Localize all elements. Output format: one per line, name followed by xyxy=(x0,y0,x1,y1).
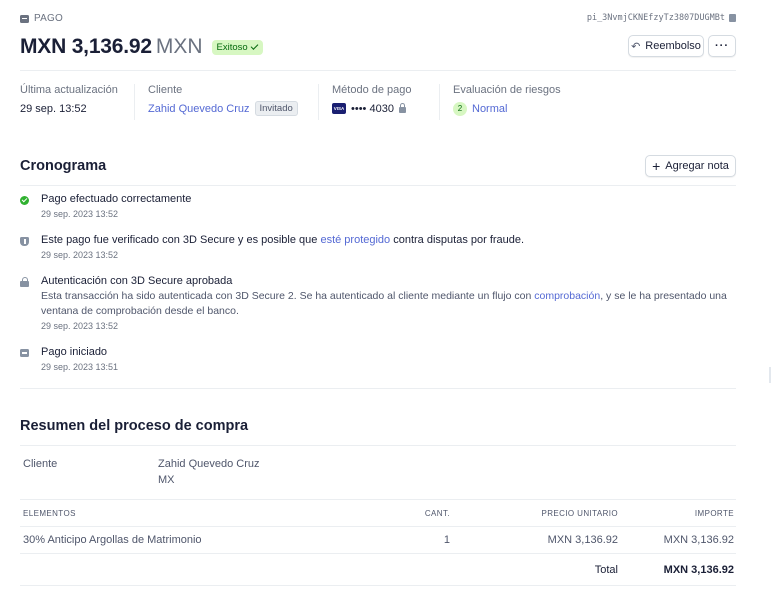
customer-label: Cliente xyxy=(148,84,183,96)
summary-updated: Última actualización 29 sep. 13:52 xyxy=(20,84,130,124)
updated-value: 29 sep. 13:52 xyxy=(20,102,87,115)
protected-link[interactable]: esté protegido xyxy=(320,234,390,246)
risk-score-badge: 2 xyxy=(453,101,467,116)
lock-icon xyxy=(398,103,406,113)
checkout-title: Resumen del proceso de compra xyxy=(20,418,249,434)
status-badge: Exitoso xyxy=(211,39,263,55)
event-description-text: Esta transacción ha sido autenticada con… xyxy=(41,290,535,302)
payment-id-text: pi_3NvmjCKNEfzyTz3807DUGMBt xyxy=(586,13,725,23)
add-note-label: Agregar nota xyxy=(665,160,729,172)
copy-icon[interactable] xyxy=(729,14,736,22)
amount-row: MXN 3,136.92 MXN Exitoso xyxy=(20,34,263,60)
summary-payment-method: Método de pago VISA •••• 4030 xyxy=(332,84,442,124)
divider xyxy=(20,70,736,71)
updated-label: Última actualización xyxy=(20,84,118,96)
summary-separator xyxy=(439,84,440,120)
timeline-title: Cronograma xyxy=(20,158,107,174)
payment-id[interactable]: pi_3NvmjCKNEfzyTz3807DUGMBt xyxy=(587,13,736,23)
event-title: Este pago fue verificado con 3D Secure y… xyxy=(41,234,524,246)
refund-button[interactable]: ↶ Reembolso xyxy=(628,35,704,57)
divider xyxy=(20,585,736,586)
breadcrumb-label: PAGO xyxy=(34,13,63,24)
event-time: 29 sep. 2023 13:52 xyxy=(41,209,119,219)
column-header-items: ELEMENTOS xyxy=(23,509,76,518)
column-header-amount: IMPORTE xyxy=(694,509,734,518)
add-note-button[interactable]: + Agregar nota xyxy=(645,155,736,177)
breadcrumb: PAGO xyxy=(20,13,63,24)
divider xyxy=(20,553,736,554)
check-circle-icon xyxy=(20,196,29,205)
event-time: 29 sep. 2023 13:52 xyxy=(41,321,119,331)
summary-risk: Evaluación de riesgos 2 Normal xyxy=(453,84,613,124)
line-item-amount: MXN 3,136.92 xyxy=(663,534,734,546)
event-title-text: Este pago fue verificado con 3D Secure y… xyxy=(41,234,321,246)
card-icon xyxy=(20,14,29,23)
event-title: Pago efectuado correctamente xyxy=(41,193,192,205)
column-header-qty: CANT. xyxy=(424,509,450,518)
card-icon xyxy=(20,349,29,357)
event-description: Esta transacción ha sido autenticada con… xyxy=(41,289,731,319)
event-title: Autenticación con 3D Secure aprobada xyxy=(41,275,233,287)
payment-amount: MXN 3,136.92 xyxy=(20,35,152,58)
risk-label: Evaluación de riesgos xyxy=(453,84,561,96)
event-time: 29 sep. 2023 13:52 xyxy=(41,250,119,260)
payment-currency: MXN xyxy=(155,35,203,58)
event-title-text: contra disputas por fraude. xyxy=(390,234,525,246)
divider xyxy=(20,526,736,527)
undo-arrow-icon: ↶ xyxy=(631,40,641,53)
refund-button-label: Reembolso xyxy=(645,40,701,52)
plus-icon: + xyxy=(652,158,661,174)
divider xyxy=(20,499,736,500)
event-time: 29 sep. 2023 13:51 xyxy=(41,362,119,372)
summary-customer: Cliente Zahid Quevedo Cruz Invitado xyxy=(148,84,318,124)
payment-method-label: Método de pago xyxy=(332,84,412,96)
shield-icon xyxy=(20,237,29,246)
line-item-name: 30% Anticipo Argollas de Matrimonio xyxy=(23,534,202,546)
more-actions-button[interactable]: ··· xyxy=(708,35,736,57)
line-item-qty: 1 xyxy=(443,534,450,546)
column-header-unit-price: PRECIO UNITARIO xyxy=(541,509,618,518)
divider xyxy=(20,388,736,389)
checkout-customer-country: MX xyxy=(158,474,175,486)
guest-badge: Invitado xyxy=(254,101,298,116)
line-item-unit-price: MXN 3,136.92 xyxy=(547,534,618,546)
scrollbar[interactable] xyxy=(769,367,771,383)
card-last4: •••• 4030 xyxy=(351,102,394,115)
risk-link[interactable]: Normal xyxy=(472,103,507,115)
check-icon xyxy=(250,42,259,50)
total-label: Total xyxy=(594,564,618,576)
divider xyxy=(20,445,736,446)
lock-icon xyxy=(20,277,29,287)
verification-link[interactable]: comprobación xyxy=(534,290,600,302)
total-value: MXN 3,136.92 xyxy=(663,564,734,576)
more-icon: ··· xyxy=(715,40,729,52)
checkout-customer-label: Cliente xyxy=(23,458,58,470)
summary-separator xyxy=(134,84,135,120)
divider xyxy=(20,185,736,186)
summary-separator xyxy=(318,84,319,120)
status-badge-label: Exitoso xyxy=(216,41,248,53)
header-top-row: PAGO pi_3NvmjCKNEfzyTz3807DUGMBt xyxy=(20,12,736,28)
event-title: Pago iniciado xyxy=(41,346,108,358)
visa-icon: VISA xyxy=(332,103,346,114)
checkout-customer-name: Zahid Quevedo Cruz xyxy=(158,458,260,470)
customer-link[interactable]: Zahid Quevedo Cruz xyxy=(148,103,250,115)
